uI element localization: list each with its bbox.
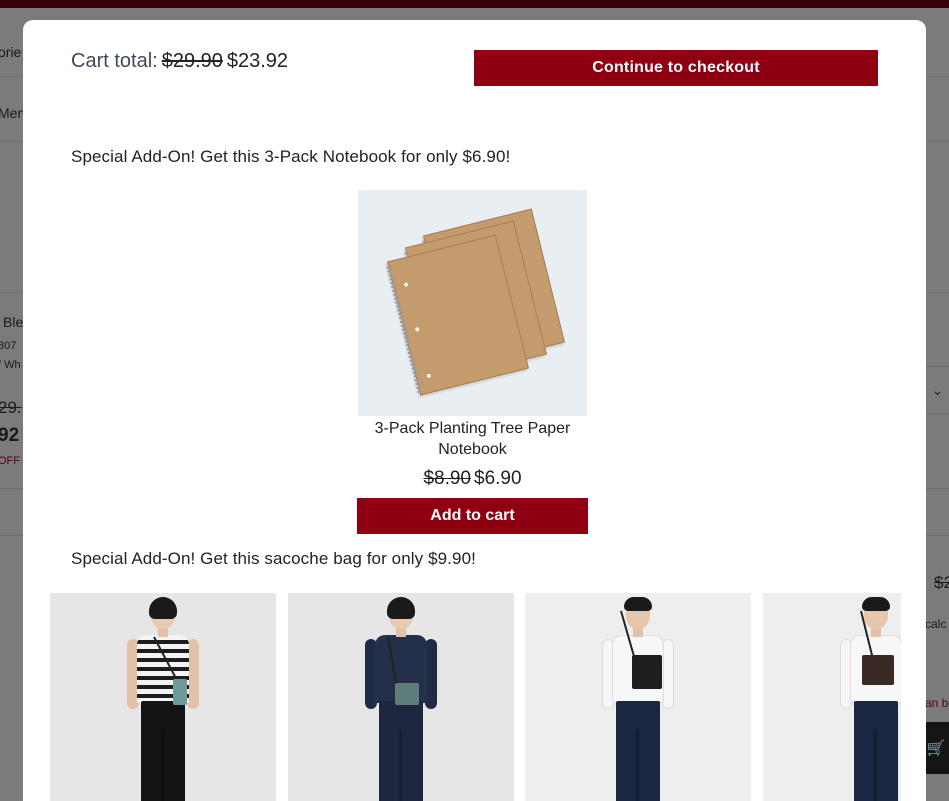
background-text: 807 <box>0 340 17 352</box>
background-text: 29. <box>0 398 22 417</box>
cart-icon: 🛒 <box>923 722 949 774</box>
cart-total-current-price: $23.92 <box>226 50 289 72</box>
sacoche-product-carousel <box>50 593 901 801</box>
cart-total: Cart total: $29.90 $23.92 <box>71 50 288 73</box>
sacoche-product-image[interactable] <box>288 593 514 801</box>
model-figure <box>598 597 678 801</box>
background-text: Men <box>0 105 26 121</box>
continue-to-checkout-button[interactable]: Continue to checkout <box>474 50 878 86</box>
cart-total-original-price: $29.90 <box>161 50 223 72</box>
background-text: f Wh <box>0 359 21 371</box>
model-figure <box>123 597 203 801</box>
background-header-bar <box>0 0 949 8</box>
background-text: calc <box>925 617 947 631</box>
product-current-price: $6.90 <box>474 468 522 489</box>
sacoche-product-image[interactable] <box>763 593 901 801</box>
background-text: 92 <box>0 425 20 446</box>
sacoche-product-image[interactable] <box>50 593 276 801</box>
background-text: orie <box>0 44 22 60</box>
offer-title-sacoche: Special Add-On! Get this sacoche bag for… <box>71 549 476 568</box>
chevron-down-icon: ⌄ <box>925 366 949 414</box>
product-name[interactable]: 3-Pack Planting Tree Paper Notebook <box>357 418 588 460</box>
model-figure <box>361 597 441 801</box>
add-on-modal: Cart total: $29.90 $23.92 Continue to chec… <box>23 20 926 801</box>
sacoche-product-image[interactable] <box>525 593 751 801</box>
background-text: an b <box>925 696 949 710</box>
model-figure <box>836 597 901 801</box>
product-card-notebook: 3-Pack Planting Tree Paper Notebook $8.9… <box>357 190 588 534</box>
offer-title-notebook: Special Add-On! Get this 3-Pack Notebook… <box>71 147 511 166</box>
product-original-price: $8.90 <box>423 468 471 489</box>
background-text: Ble <box>3 314 24 330</box>
add-to-cart-button[interactable]: Add to cart <box>357 498 588 534</box>
notebook-product-image[interactable] <box>358 190 587 416</box>
cart-total-label: Cart total: <box>71 50 158 72</box>
product-price: $8.90 $6.90 <box>357 468 588 490</box>
background-text: $2 <box>934 573 949 592</box>
